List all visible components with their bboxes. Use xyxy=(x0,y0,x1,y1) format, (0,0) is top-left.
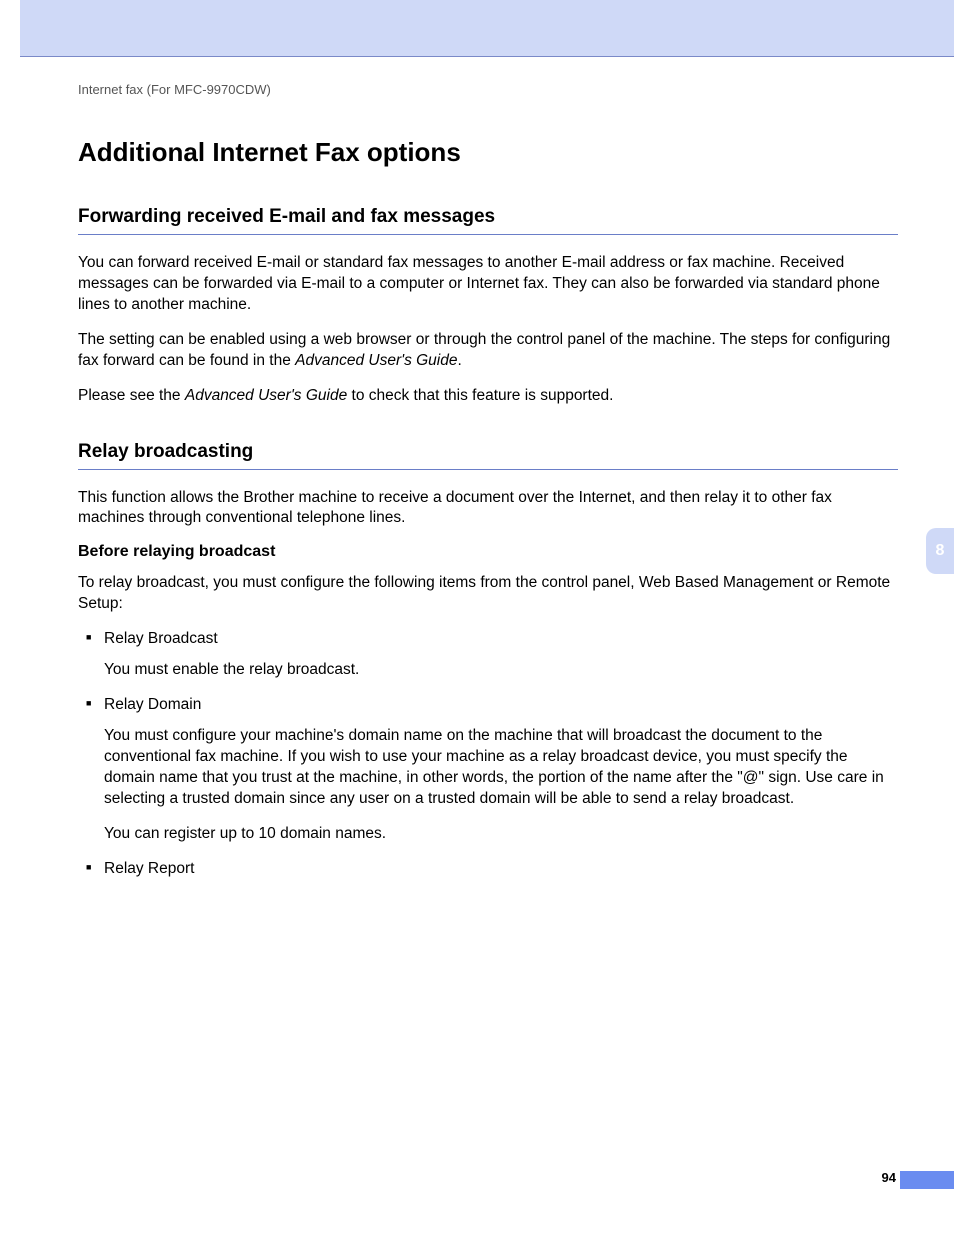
chapter-tab: 8 xyxy=(926,528,954,574)
list-item-body: You must configure your machine's domain… xyxy=(104,726,898,810)
list-item: Relay Report xyxy=(86,859,898,880)
page-title: Additional Internet Fax options xyxy=(78,137,898,168)
section-heading: Relay broadcasting xyxy=(78,441,898,470)
guide-title: Advanced User's Guide xyxy=(295,352,457,369)
top-accent-bar xyxy=(0,0,954,56)
list-item-head: Relay Broadcast xyxy=(86,629,898,650)
section-heading: Forwarding received E-mail and fax messa… xyxy=(78,206,898,235)
section-relay: Relay broadcasting This function allows … xyxy=(78,441,898,880)
page-number-accent xyxy=(900,1171,954,1189)
text: to check that this feature is supported. xyxy=(347,387,613,404)
paragraph: You can forward received E-mail or stand… xyxy=(78,253,898,316)
top-rule xyxy=(20,56,954,57)
page-content: Internet fax (For MFC-9970CDW) Additiona… xyxy=(78,82,898,914)
paragraph: This function allows the Brother machine… xyxy=(78,488,898,530)
text: The setting can be enabled using a web b… xyxy=(78,331,890,369)
header-breadcrumb: Internet fax (For MFC-9970CDW) xyxy=(78,82,898,97)
list-item: Relay Domain You must configure your mac… xyxy=(86,695,898,845)
paragraph: Please see the Advanced User's Guide to … xyxy=(78,386,898,407)
list-item: Relay Broadcast You must enable the rela… xyxy=(86,629,898,681)
page-number: 94 xyxy=(882,1170,896,1185)
list-item-head: Relay Domain xyxy=(86,695,898,716)
list-item-body: You can register up to 10 domain names. xyxy=(104,824,898,845)
list-item-head: Relay Report xyxy=(86,859,898,880)
paragraph: The setting can be enabled using a web b… xyxy=(78,330,898,372)
text: Please see the xyxy=(78,387,185,404)
paragraph: To relay broadcast, you must configure t… xyxy=(78,573,898,615)
guide-title: Advanced User's Guide xyxy=(185,387,347,404)
section-forwarding: Forwarding received E-mail and fax messa… xyxy=(78,206,898,407)
subsection-heading: Before relaying broadcast xyxy=(78,543,898,561)
text: . xyxy=(458,352,462,369)
config-list: Relay Broadcast You must enable the rela… xyxy=(78,629,898,879)
list-item-body: You must enable the relay broadcast. xyxy=(104,660,898,681)
